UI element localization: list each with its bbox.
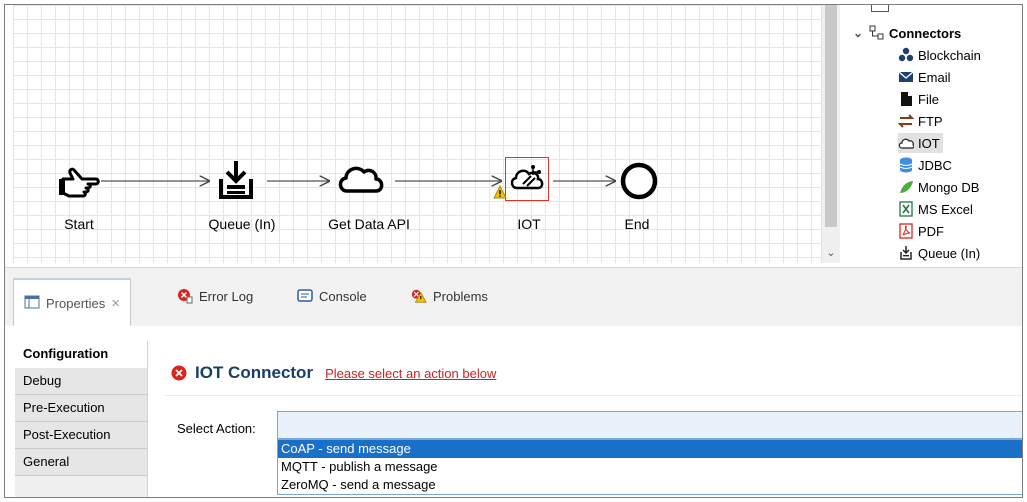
palette-item-file[interactable]: File xyxy=(898,89,939,109)
node-start[interactable] xyxy=(57,159,101,203)
palette-item-label: Mongo DB xyxy=(918,179,980,195)
palette-item-queue-in[interactable]: Queue (In) xyxy=(898,243,980,263)
palette-item-ms-excel[interactable]: MS Excel xyxy=(898,199,973,219)
palette-item-label: JDBC xyxy=(918,157,952,173)
tab-problems[interactable]: Problems xyxy=(411,280,488,312)
tab-label: Problems xyxy=(433,288,488,304)
end-circle-icon xyxy=(620,162,658,200)
inbox-download-icon xyxy=(219,161,253,199)
palette-item-label: FTP xyxy=(918,113,943,129)
node-label-queue-in: Queue (In) xyxy=(208,216,276,232)
section-heading: IOT Connector Please select an action be… xyxy=(171,363,496,383)
select-action-label: Select Action: xyxy=(177,421,256,436)
option-zeromq[interactable]: ZeroMQ - send a message xyxy=(278,476,1022,494)
palette-item-label: Email xyxy=(918,69,951,85)
property-sections: Configuration Debug Pre-Execution Post-E… xyxy=(15,341,148,497)
inbox-download-icon xyxy=(898,245,914,261)
iot-cloud-icon xyxy=(510,165,543,190)
palette-item-label: Blockchain xyxy=(918,47,981,63)
excel-icon xyxy=(898,201,914,217)
palette-item-ftp[interactable]: FTP xyxy=(898,111,943,131)
node-get-data-api[interactable] xyxy=(333,157,393,203)
email-icon xyxy=(898,69,914,85)
error-icon xyxy=(171,365,187,381)
option-mqtt[interactable]: MQTT - publish a message xyxy=(278,458,1022,476)
flow-connections xyxy=(101,5,821,263)
option-coap[interactable]: CoAP - send message xyxy=(278,440,1022,458)
node-label-get-data-api: Get Data API xyxy=(328,216,410,232)
chevron-down-icon[interactable]: ⌄ xyxy=(853,26,867,40)
palette-item-email[interactable]: Email xyxy=(898,67,951,87)
node-queue-in[interactable] xyxy=(213,157,259,203)
cloud-icon xyxy=(338,166,384,193)
warning-icon xyxy=(493,185,507,199)
node-end[interactable] xyxy=(619,161,659,201)
app-window: Start Queue (In) Get Data API IOT End ⌄ … xyxy=(4,4,1023,498)
node-label-iot: IOT xyxy=(517,216,541,232)
tab-console[interactable]: Console xyxy=(297,280,367,312)
tab-properties[interactable]: Properties × xyxy=(13,278,132,326)
tab-error-log[interactable]: Error Log xyxy=(177,280,253,312)
mongodb-leaf-icon xyxy=(898,179,914,195)
palette-item-mongo-db[interactable]: Mongo DB xyxy=(898,177,979,197)
properties-content: IOT Connector Please select an action be… xyxy=(165,345,1022,495)
close-icon[interactable]: × xyxy=(111,295,120,312)
connectors-icon xyxy=(869,25,884,40)
canvas-vertical-scrollbar[interactable]: ⌄ xyxy=(821,5,840,263)
chevron-down-icon[interactable]: ⌄ xyxy=(825,247,837,259)
page-title: IOT Connector xyxy=(195,363,314,382)
node-label-start: Start xyxy=(64,216,94,232)
node-label-end: End xyxy=(624,216,650,232)
flow-canvas[interactable]: Start Queue (In) Get Data API IOT End xyxy=(13,5,821,263)
palette-item-label: IOT xyxy=(918,135,940,151)
select-action-dropdown: CoAP - send message MQTT - publish a mes… xyxy=(277,439,1022,495)
view-tab-bar: Properties × Error Log Console Problems xyxy=(5,267,1022,326)
select-action-combo[interactable] xyxy=(277,411,1022,439)
palette-item-label: MS Excel xyxy=(918,201,973,217)
warning-link[interactable]: Please select an action below xyxy=(325,366,496,381)
partial-tree-row-icon xyxy=(871,5,889,12)
blockchain-icon xyxy=(898,47,914,63)
divider xyxy=(165,395,1022,396)
console-icon xyxy=(297,288,313,304)
hand-point-icon xyxy=(59,167,100,198)
database-icon xyxy=(898,157,914,173)
scrollbar-thumb[interactable] xyxy=(825,5,837,227)
node-iot[interactable] xyxy=(505,157,549,201)
section-tab-debug[interactable]: Debug xyxy=(15,368,147,395)
tree-group-connectors[interactable]: ⌄ Connectors xyxy=(853,23,961,43)
section-tab-pre-execution[interactable]: Pre-Execution xyxy=(15,395,147,422)
pdf-icon xyxy=(898,223,914,239)
section-tab-general[interactable]: General xyxy=(15,449,147,476)
properties-icon xyxy=(24,295,40,311)
palette-item-blockchain[interactable]: Blockchain xyxy=(898,45,981,65)
problems-icon xyxy=(411,288,427,304)
ftp-arrows-icon xyxy=(898,113,914,129)
section-tab-configuration[interactable]: Configuration xyxy=(15,341,147,368)
palette-item-label: PDF xyxy=(918,223,944,239)
tree-group-label: Connectors xyxy=(889,25,962,41)
iot-cloud-icon xyxy=(898,135,914,151)
palette-item-iot[interactable]: IOT xyxy=(898,133,943,153)
error-log-icon xyxy=(177,288,193,304)
component-palette: ⌄ Connectors Blockchain Email File FTP I… xyxy=(841,5,1022,265)
palette-item-pdf[interactable]: PDF xyxy=(898,221,944,241)
tab-label: Error Log xyxy=(199,288,254,304)
file-icon xyxy=(898,91,914,107)
tab-label: Console xyxy=(319,288,367,304)
palette-item-label: Queue (In) xyxy=(918,245,981,261)
palette-item-jdbc[interactable]: JDBC xyxy=(898,155,952,175)
palette-item-label: File xyxy=(918,91,939,107)
tab-label: Properties xyxy=(46,295,106,311)
section-tab-post-execution[interactable]: Post-Execution xyxy=(15,422,147,449)
